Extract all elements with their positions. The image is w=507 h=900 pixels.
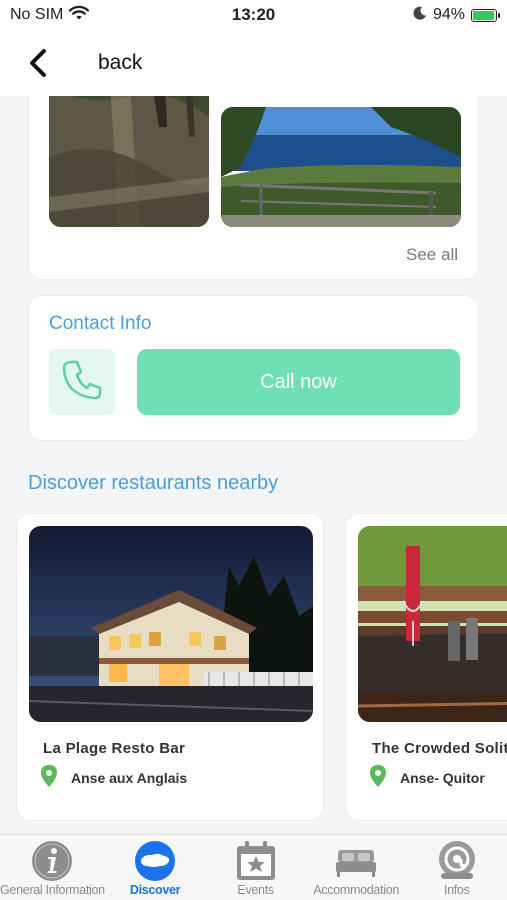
carrier-label: No SIM bbox=[10, 6, 64, 23]
restaurant-location-text: Anse- Quitor bbox=[400, 769, 485, 786]
calendar-star-icon bbox=[234, 840, 278, 882]
status-left: No SIM bbox=[10, 5, 90, 25]
tab-bar: General Information Discover Events Acco… bbox=[0, 834, 507, 900]
tab-label: Events bbox=[237, 883, 274, 897]
phone-icon bbox=[58, 356, 106, 409]
battery-percent: 94% bbox=[432, 6, 465, 23]
restaurant-location: Anse- Quitor bbox=[370, 765, 485, 790]
back-button[interactable]: back bbox=[98, 51, 142, 75]
restaurant-name: The Crowded Solit bbox=[372, 740, 507, 757]
moon-icon bbox=[413, 6, 427, 25]
contact-info-card: Contact Info Call now bbox=[28, 295, 479, 441]
gallery-photo-forest[interactable] bbox=[49, 96, 209, 227]
info-icon bbox=[30, 840, 74, 882]
contact-info-title: Contact Info bbox=[49, 313, 152, 334]
restaurant-photo bbox=[358, 526, 507, 722]
tab-accommodation[interactable]: Accommodation bbox=[306, 835, 407, 900]
section-title-restaurants: Discover restaurants nearby bbox=[28, 472, 279, 494]
tab-label: Discover bbox=[129, 883, 181, 897]
gallery-photo-sea[interactable] bbox=[221, 107, 461, 227]
restaurant-card[interactable]: The Crowded Solit Anse- Quitor bbox=[345, 513, 507, 821]
tab-discover[interactable]: Discover bbox=[105, 835, 206, 900]
see-all-link[interactable]: See all bbox=[406, 245, 458, 265]
bed-icon bbox=[334, 840, 378, 882]
back-chevron-icon[interactable] bbox=[28, 48, 54, 78]
status-right: 94% bbox=[413, 6, 500, 25]
location-pin-icon bbox=[370, 765, 386, 790]
nav-bar: back bbox=[0, 30, 507, 96]
restaurant-card[interactable]: La Plage Resto Bar Anse aux Anglais bbox=[16, 513, 324, 821]
restaurant-location-text: Anse aux Anglais bbox=[71, 769, 188, 786]
battery-level bbox=[473, 10, 494, 20]
content-scroll[interactable]: See all Contact Info Call now Discover r… bbox=[0, 96, 507, 834]
tab-general-information[interactable]: General Information bbox=[0, 835, 105, 900]
battery-icon bbox=[471, 8, 500, 22]
tab-infos[interactable]: Infos bbox=[406, 835, 507, 900]
restaurant-location: Anse aux Anglais bbox=[41, 765, 187, 790]
status-bar: No SIM 13:20 94% bbox=[0, 0, 507, 30]
photo-gallery-card: See all bbox=[28, 96, 479, 280]
location-pin-icon bbox=[41, 765, 57, 790]
tab-events[interactable]: Events bbox=[205, 835, 306, 900]
restaurant-photo bbox=[29, 526, 313, 722]
island-icon bbox=[133, 840, 177, 882]
at-icon bbox=[435, 840, 479, 882]
call-now-button[interactable]: Call now bbox=[137, 349, 460, 415]
phone-button[interactable] bbox=[49, 349, 115, 415]
wifi-icon bbox=[69, 5, 90, 25]
tab-label: Infos bbox=[443, 883, 470, 897]
restaurant-name: La Plage Resto Bar bbox=[43, 740, 186, 757]
tab-label: General Information bbox=[0, 883, 105, 897]
tab-label: Accommodation bbox=[313, 883, 400, 897]
